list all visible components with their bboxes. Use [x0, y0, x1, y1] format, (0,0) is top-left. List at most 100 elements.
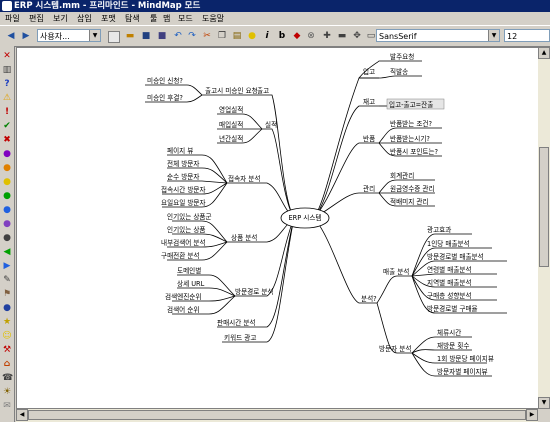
- idea-icon[interactable]: ☀: [2, 387, 12, 397]
- back-icon[interactable]: ◀: [6, 31, 16, 41]
- priority-3-icon[interactable]: ●: [2, 177, 12, 187]
- node-return-point[interactable]: 반품시 포인트는?: [390, 147, 439, 156]
- node-ad-age[interactable]: 연령별 매출분석: [427, 265, 472, 274]
- exclamation-icon[interactable]: !: [2, 107, 12, 117]
- scroll-up-button[interactable]: ▲: [538, 47, 550, 59]
- menu-modes[interactable]: 모드: [178, 12, 193, 25]
- menu-view[interactable]: 보기: [53, 12, 68, 25]
- node-ad-effect[interactable]: 광고효과: [427, 225, 451, 234]
- node-purchase-analysis[interactable]: 구매전환 분석: [161, 251, 200, 260]
- menu-file[interactable]: 파일: [5, 12, 20, 25]
- node-ad-purchase[interactable]: 구매층 성향분석: [427, 291, 472, 300]
- node-management[interactable]: 관리: [363, 184, 375, 193]
- node-stay-time[interactable]: 체류시간: [437, 328, 461, 337]
- tool-icon[interactable]: ⚒: [2, 345, 12, 355]
- trash-icon[interactable]: ▥: [2, 65, 12, 75]
- node-status[interactable]: 실적: [265, 120, 277, 129]
- node-search-engine[interactable]: 검색엔진순위: [165, 292, 201, 301]
- font-family-select[interactable]: SansSerif ▼: [376, 29, 500, 42]
- menu-navigate[interactable]: 탐색: [125, 12, 140, 25]
- star-icon[interactable]: ★: [2, 317, 12, 327]
- node-in-out[interactable]: 입고-출고=잔출: [389, 100, 433, 109]
- cut-icon[interactable]: ✂: [202, 31, 212, 41]
- node-ad-1day[interactable]: 1인당 매출분석: [427, 239, 470, 248]
- priority-2-icon[interactable]: ●: [2, 163, 12, 173]
- home-icon[interactable]: ⌂: [2, 359, 12, 369]
- arrow-left-icon[interactable]: ◀: [2, 247, 12, 257]
- node-ad-path[interactable]: 방문경로별 구매율: [427, 304, 478, 313]
- node-domain-ranking[interactable]: 도메인별: [177, 266, 201, 275]
- zoom-select[interactable]: 사용자... ▼: [37, 29, 101, 42]
- hscroll-thumb[interactable]: [28, 410, 526, 420]
- node-purchase-mgmt[interactable]: 적배미지 관리: [390, 197, 429, 206]
- zoom-in-icon[interactable]: ✚: [322, 31, 332, 41]
- forward-icon[interactable]: ▶: [21, 31, 31, 41]
- new-file-icon[interactable]: [108, 31, 120, 43]
- node-pages-per-visit[interactable]: 1회 방문당 페이지뷰: [437, 354, 494, 363]
- node-detail-url[interactable]: 상세 URL: [177, 279, 205, 288]
- node-visitor-behavior[interactable]: 방문자 분석: [379, 344, 411, 353]
- move-icon[interactable]: ▭: [366, 31, 376, 41]
- node-product-analysis[interactable]: 상품 분석: [231, 233, 257, 242]
- open-file-icon[interactable]: ▬: [125, 31, 135, 41]
- smiley-icon[interactable]: ☺: [2, 331, 12, 341]
- color-icon[interactable]: ◆: [292, 31, 302, 41]
- node-sales-status[interactable]: 영업실적: [219, 105, 243, 114]
- vertical-scrollbar[interactable]: ▲ ▼: [538, 47, 550, 409]
- check-icon[interactable]: ✔: [2, 121, 12, 131]
- pencil-icon[interactable]: ✎: [2, 275, 12, 285]
- node-visitor-pageview[interactable]: 방문자별 페이지뷰: [437, 367, 488, 376]
- node-ad-visitor[interactable]: 방문경로별 매출분석: [427, 252, 484, 261]
- node-cost-price[interactable]: 원금영수증 관리: [390, 184, 435, 193]
- arrow-right-icon[interactable]: ▶: [2, 261, 12, 271]
- menu-help[interactable]: 도움말: [202, 12, 224, 25]
- node-popular-products[interactable]: 인기있는 상품군: [167, 212, 212, 221]
- paste-icon[interactable]: ▤: [232, 31, 242, 41]
- node-return[interactable]: 반품: [363, 134, 375, 143]
- node-inventory[interactable]: 재고: [363, 98, 375, 106]
- phone-icon[interactable]: ☎: [2, 373, 13, 383]
- node-popular-items[interactable]: 인기있는 상품: [167, 225, 206, 234]
- horizontal-scrollbar[interactable]: ◀ ▶: [16, 409, 538, 422]
- ball-icon[interactable]: ●: [2, 303, 12, 313]
- bold-icon[interactable]: b: [277, 31, 287, 41]
- node-analysis[interactable]: 분석?: [361, 294, 377, 303]
- node-keyword-ad[interactable]: 키워드 광고: [224, 333, 256, 342]
- link-icon[interactable]: ⊗: [306, 31, 316, 41]
- node-accounting[interactable]: 회계관리: [390, 171, 414, 180]
- remove-icon[interactable]: ✕: [2, 51, 12, 61]
- redo-icon[interactable]: ↷: [187, 31, 197, 41]
- menu-format[interactable]: 포맷: [101, 12, 116, 25]
- undo-icon[interactable]: ↶: [173, 31, 183, 41]
- node-stock-out-q2[interactable]: 미승인 후결?: [147, 93, 183, 102]
- node-total-visitors[interactable]: 전체 방문자: [167, 159, 199, 168]
- root-node[interactable]: ERP 시스템: [288, 214, 321, 222]
- node-stock-out[interactable]: 출고: [257, 86, 269, 95]
- node-path-analysis[interactable]: 방문경로 분석: [235, 287, 274, 296]
- scroll-right-button[interactable]: ▶: [526, 409, 538, 421]
- question-icon[interactable]: ?: [2, 79, 12, 89]
- font-size-select[interactable]: 12: [504, 29, 550, 42]
- bulb-icon[interactable]: ●: [247, 31, 257, 41]
- menu-edit[interactable]: 편집: [29, 12, 44, 25]
- node-visitor-analysis[interactable]: 접속자 분석: [228, 174, 260, 183]
- node-cart-analysis[interactable]: 내부검색어 분석: [161, 238, 206, 247]
- priority-6-icon[interactable]: ●: [2, 219, 12, 229]
- menu-tools[interactable]: 툴: [150, 12, 157, 25]
- priority-4-icon[interactable]: ●: [2, 191, 12, 201]
- node-annual-status[interactable]: 년간실적: [219, 134, 243, 143]
- node-inbound[interactable]: 입고: [363, 68, 375, 76]
- zoom-out-icon[interactable]: ▬: [337, 31, 347, 41]
- priority-1-icon[interactable]: ●: [2, 149, 12, 159]
- node-purchase-status[interactable]: 매입실적: [219, 120, 243, 129]
- save-icon[interactable]: ■: [141, 31, 151, 41]
- fit-icon[interactable]: ✥: [352, 31, 362, 41]
- node-ad-region[interactable]: 지역별 매출분석: [427, 278, 472, 287]
- menu-insert[interactable]: 삽입: [77, 12, 92, 25]
- node-daily-view[interactable]: 페이지 뷰: [167, 146, 193, 155]
- warning-icon[interactable]: ⚠: [2, 93, 12, 103]
- node-return-when[interactable]: 반품받는시기?: [390, 134, 430, 143]
- attach-icon[interactable]: ✉: [2, 401, 12, 411]
- node-daily-visitors[interactable]: 요일요일 방문자: [161, 198, 206, 207]
- node-search-keyword[interactable]: 검색어 순위: [167, 305, 199, 314]
